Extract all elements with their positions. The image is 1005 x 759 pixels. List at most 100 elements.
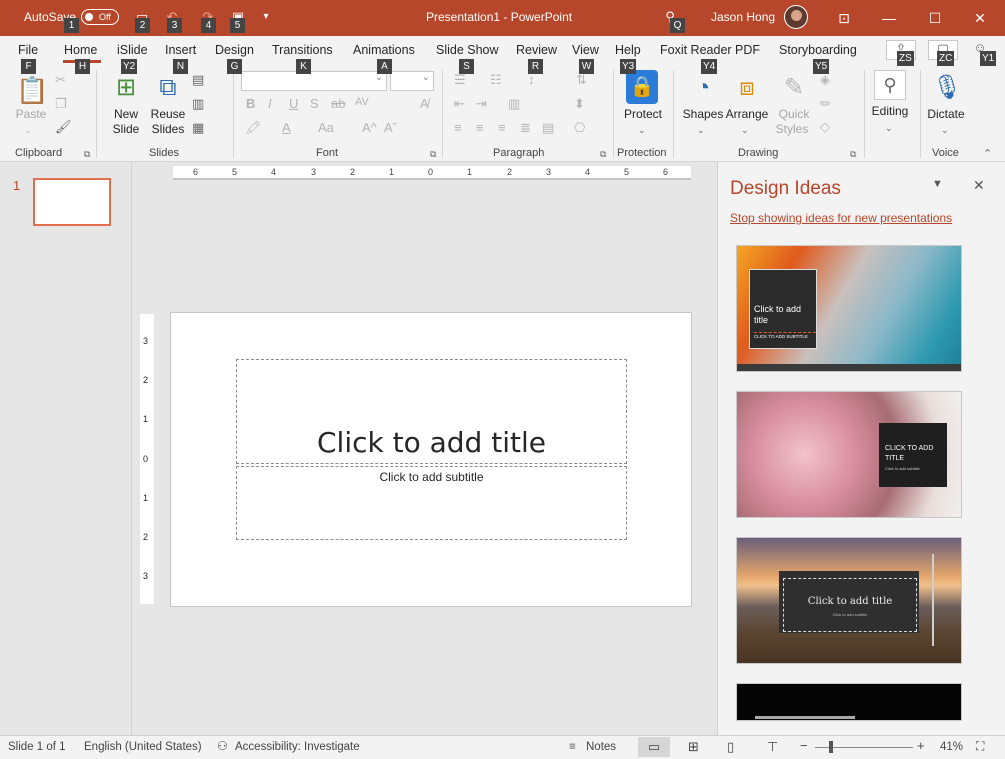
arrange-button[interactable]: Arrange [724, 107, 770, 121]
zoom-in-icon[interactable]: + [917, 738, 925, 753]
italic-icon[interactable]: I [268, 96, 272, 112]
new-slide-button-line2[interactable]: Slide [104, 122, 148, 136]
protect-button[interactable]: Protect [620, 107, 666, 121]
tab-storyboarding[interactable]: Storyboarding [779, 43, 857, 57]
align-left-icon[interactable]: ≡ [454, 120, 462, 136]
new-slide-icon[interactable]: ⊞ [111, 72, 141, 104]
customize-qat-icon[interactable]: ▾ [258, 9, 274, 25]
shape-effects-icon[interactable]: ◇ [820, 119, 830, 135]
tab-transitions[interactable]: Transitions [272, 43, 333, 57]
underline-icon[interactable]: U [289, 96, 298, 112]
dictate-button[interactable]: Dictate [924, 107, 968, 121]
font-color-icon[interactable]: A [282, 120, 291, 136]
tab-insert[interactable]: Insert [165, 43, 196, 57]
dialog-launcher-icon[interactable]: ⧉ [850, 146, 856, 162]
reuse-slides-button[interactable]: Reuse [150, 107, 186, 121]
align-text-icon[interactable]: ⬍ [574, 96, 585, 112]
section-icon[interactable]: ▦ [192, 120, 204, 136]
design-idea-4[interactable] [736, 683, 962, 721]
quick-styles-button[interactable]: Quick [774, 107, 814, 121]
tab-foxit[interactable]: Foxit Reader PDF [660, 43, 760, 57]
close-icon[interactable]: ✕ [965, 6, 995, 30]
bullets-icon[interactable]: ☰ [454, 72, 466, 88]
paste-icon[interactable]: 📋 [16, 74, 48, 106]
decrease-indent-icon[interactable]: ⇤ [454, 96, 465, 112]
layout-icon[interactable]: ▤ [192, 72, 204, 88]
tab-help[interactable]: Help [615, 43, 641, 57]
maximize-icon[interactable]: ☐ [920, 6, 950, 30]
tab-animations[interactable]: Animations [353, 43, 415, 57]
align-right-icon[interactable]: ≡ [498, 120, 506, 136]
line-spacing-icon[interactable]: ↕ [528, 72, 535, 88]
slide-thumbnail[interactable] [33, 178, 111, 226]
zoom-slider-thumb[interactable] [829, 741, 833, 753]
zoom-out-icon[interactable]: − [800, 738, 808, 753]
dialog-launcher-icon[interactable]: ⧉ [84, 146, 90, 162]
chevron-down-icon[interactable]: ▼ [932, 178, 943, 190]
shape-outline-icon[interactable]: ✏ [820, 96, 831, 112]
avatar[interactable] [784, 5, 808, 29]
tab-islide[interactable]: iSlide [117, 43, 148, 57]
dialog-launcher-icon[interactable]: ⧉ [600, 146, 606, 162]
reuse-slides-button-line2[interactable]: Slides [150, 122, 186, 136]
minimize-icon[interactable]: — [874, 6, 904, 30]
font-name-combo[interactable] [241, 71, 387, 91]
shadow-icon[interactable]: S [310, 96, 319, 112]
copy-icon[interactable]: ❐ [55, 96, 67, 112]
normal-view-icon[interactable]: ▭ [638, 737, 670, 757]
quick-styles-button-line2[interactable]: Styles [770, 122, 814, 136]
reading-view-icon[interactable]: ▯ [727, 739, 734, 755]
decrease-font-icon[interactable]: Aˇ [384, 120, 397, 136]
bold-icon[interactable]: B [246, 96, 255, 112]
char-spacing-icon[interactable]: AV [355, 94, 369, 110]
fit-to-window-icon[interactable]: ⛶ [976, 739, 984, 754]
highlight-icon[interactable]: 🖍 [245, 120, 262, 136]
tab-review[interactable]: Review [516, 43, 557, 57]
slideshow-view-icon[interactable]: ⊤ [767, 739, 778, 755]
subtitle-placeholder[interactable]: Click to add subtitle [236, 466, 627, 540]
align-center-icon[interactable]: ≡ [476, 120, 484, 136]
zoom-level[interactable]: 41% [940, 741, 963, 753]
dialog-launcher-icon[interactable]: ⧉ [430, 146, 436, 162]
font-size-combo[interactable] [390, 71, 434, 91]
reuse-slides-icon[interactable]: ⧉ [153, 72, 183, 104]
design-idea-3[interactable]: Click to add title Click to add subtitle [736, 537, 962, 664]
shapes-button[interactable]: Shapes [682, 107, 724, 121]
shape-fill-icon[interactable]: ◈ [820, 72, 830, 88]
justify-icon[interactable]: ≣ [520, 120, 531, 136]
notes-button[interactable]: Notes [586, 741, 616, 753]
reset-icon[interactable]: ▥ [192, 96, 204, 112]
title-placeholder[interactable]: Click to add title [236, 359, 627, 464]
strikethrough-icon[interactable]: ab [331, 96, 345, 112]
clear-format-icon[interactable]: A̸ [420, 96, 429, 112]
autosave-toggle[interactable]: Off [81, 9, 119, 25]
editing-button[interactable]: Editing [866, 104, 914, 118]
increase-font-icon[interactable]: A^ [362, 120, 377, 136]
tab-home[interactable]: Home [64, 43, 97, 57]
arrange-icon[interactable]: ⧈ [732, 72, 762, 104]
tab-view[interactable]: View [572, 43, 599, 57]
tab-file[interactable]: File [18, 43, 38, 57]
find-icon[interactable]: ⚲ [874, 70, 906, 100]
close-icon[interactable]: ✕ [973, 177, 985, 194]
accessibility-status[interactable]: Accessibility: Investigate [235, 741, 360, 753]
tab-design[interactable]: Design [215, 43, 254, 57]
language-indicator[interactable]: English (United States) [84, 741, 202, 753]
shapes-icon[interactable]: ◔ [688, 72, 718, 104]
stop-showing-ideas-link[interactable]: Stop showing ideas for new presentations [730, 211, 952, 225]
slide-count[interactable]: Slide 1 of 1 [8, 741, 66, 753]
notes-icon[interactable]: ≡ [569, 741, 576, 753]
numbering-icon[interactable]: ☷ [490, 72, 502, 88]
distributed-icon[interactable]: ▤ [542, 120, 554, 136]
increase-indent-icon[interactable]: ⇥ [476, 96, 487, 112]
paste-button[interactable]: Paste [14, 107, 48, 121]
accessibility-icon[interactable]: ⚇ [217, 739, 228, 753]
smartart-icon[interactable]: ⎔ [574, 120, 585, 136]
user-name[interactable]: Jason Hong [711, 10, 775, 24]
cut-icon[interactable]: ✂ [55, 72, 66, 88]
design-idea-2[interactable]: CLICK TO ADD TITLE Click to add subtitle [736, 391, 962, 518]
ribbon-display-icon[interactable]: ⊡ [829, 6, 859, 30]
new-slide-button[interactable]: New [108, 107, 144, 121]
format-painter-icon[interactable]: 🖌 [55, 119, 72, 135]
microphone-icon[interactable]: 🎙 [932, 72, 962, 104]
